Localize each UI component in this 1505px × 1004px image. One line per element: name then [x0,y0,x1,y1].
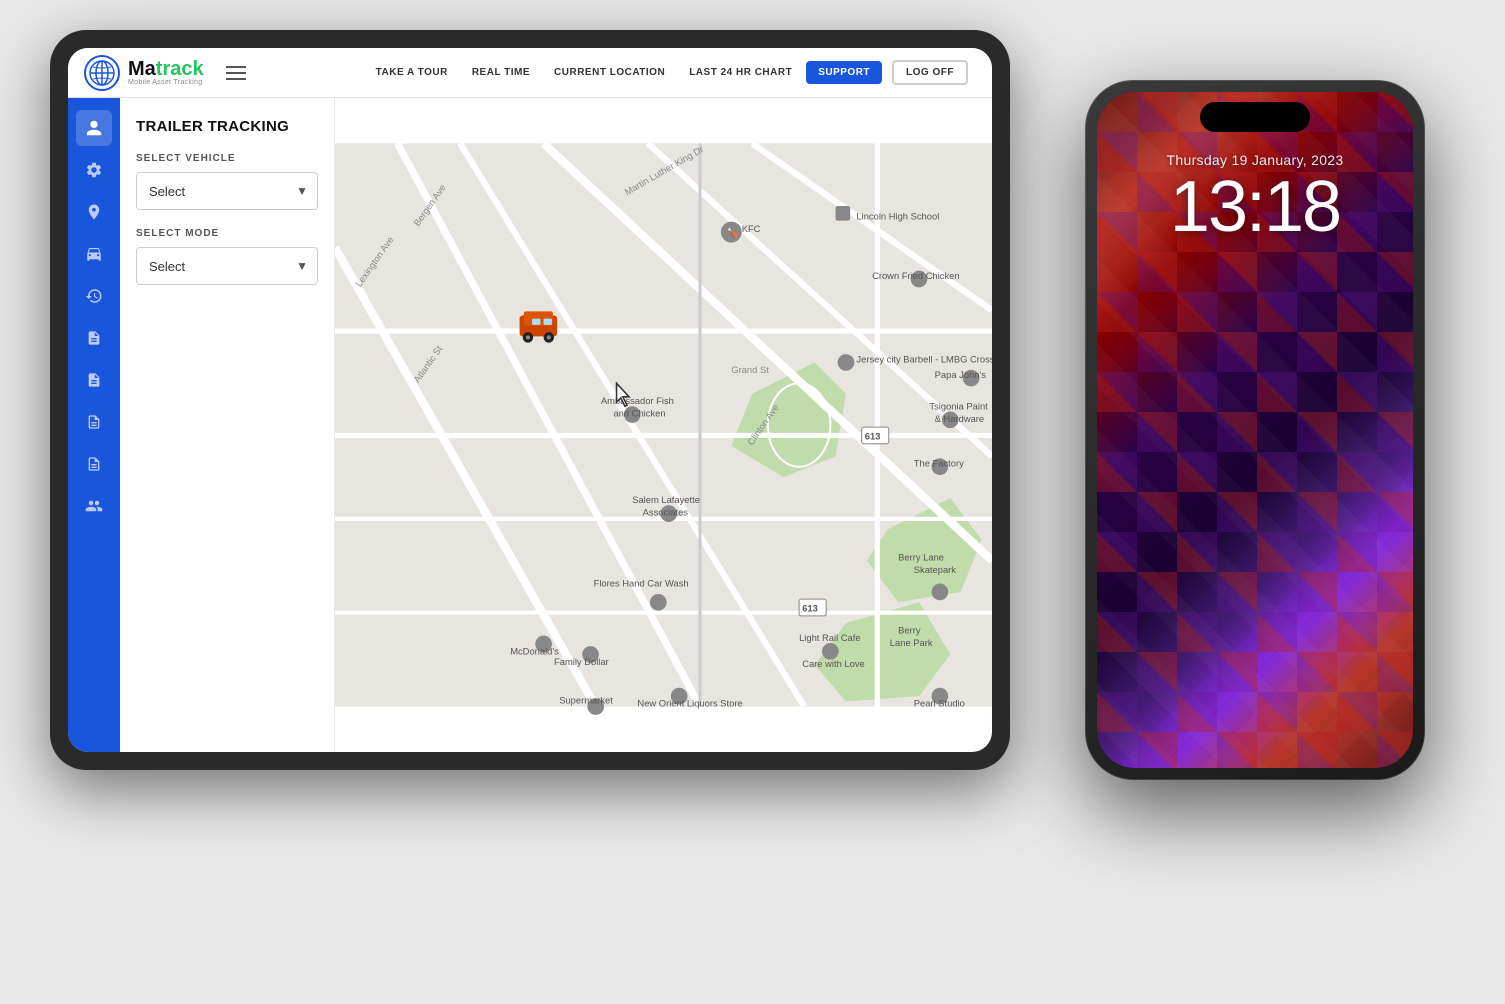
svg-text:Papa John's: Papa John's [935,370,987,380]
vehicle-label: SELECT VEHICLE [136,153,318,164]
svg-text:Ambassador Fish: Ambassador Fish [601,396,674,406]
logo-globe-icon [88,59,116,87]
logo-circle [84,55,120,91]
svg-text:Care with Love: Care with Love [802,659,865,669]
vehicle-select[interactable]: Select [136,172,318,210]
phone-screen: Thursday 19 January, 2023 13:18 [1097,92,1413,768]
mode-select-wrapper: Select ▼ [136,247,318,285]
phone-device: Thursday 19 January, 2023 13:18 [1085,80,1425,780]
svg-text:Flores Hand Car Wash: Flores Hand Car Wash [594,579,689,589]
svg-text:KFC: KFC [742,224,761,234]
vehicle-select-wrapper: Select ▼ [136,172,318,210]
sidebar-user-icon[interactable] [76,110,112,146]
map-svg: Lexington Ave Bergen Ave Martin Luther K… [335,98,992,752]
hamburger-menu[interactable] [222,62,250,84]
svg-text:& Hardware: & Hardware [935,414,985,424]
svg-text:Tsigonia Paint: Tsigonia Paint [929,401,988,411]
sidebar-report3-icon[interactable] [76,404,112,440]
svg-text:613: 613 [802,604,818,614]
svg-text:Jersey city Barbell - LMBG Cro: Jersey city Barbell - LMBG CrossFit [856,354,992,364]
phone-time: 13:18 [1097,168,1413,247]
svg-text:Lane Park: Lane Park [890,638,933,648]
logo-area: Matrack Mobile Asset Tracking [84,55,284,91]
svg-text:🍗: 🍗 [727,227,739,239]
svg-text:Crown Fried Chicken: Crown Fried Chicken [872,271,960,281]
mode-select[interactable]: Select [136,247,318,285]
sidebar [68,98,120,752]
svg-text:Pearl Studio: Pearl Studio [914,699,965,709]
support-button[interactable]: SUPPORT [806,61,882,84]
sidebar-report2-icon[interactable] [76,362,112,398]
sidebar-report4-icon[interactable] [76,446,112,482]
panel-title: TRAILER TRACKING [136,118,318,135]
tablet-screen: Matrack Mobile Asset Tracking TAKE A TOU… [68,48,992,752]
svg-text:Berry Lane: Berry Lane [898,553,944,563]
logoff-button[interactable]: LOG OFF [892,60,968,85]
phone-time-area: Thursday 19 January, 2023 13:18 [1097,152,1413,247]
tablet-device: Matrack Mobile Asset Tracking TAKE A TOU… [50,30,1010,770]
logo-subtitle: Mobile Asset Tracking [128,79,204,86]
map-area: Lexington Ave Bergen Ave Martin Luther K… [335,98,992,752]
svg-text:613: 613 [865,432,881,442]
sidebar-report1-icon[interactable] [76,320,112,356]
sidebar-location-icon[interactable] [76,194,112,230]
svg-text:Lincoln High School: Lincoln High School [856,212,939,222]
svg-text:Grand St: Grand St [731,365,769,375]
nav-real-time[interactable]: REAL TIME [462,61,540,84]
svg-text:New Orient Liquors Store: New Orient Liquors Store [637,699,742,709]
mode-label: SELECT MODE [136,228,318,239]
sidebar-tracking-icon[interactable] [76,236,112,272]
sidebar-users-icon[interactable] [76,488,112,524]
phone-notch [1200,102,1310,132]
svg-text:Associates: Associates [643,508,689,518]
sidebar-settings-icon[interactable] [76,152,112,188]
logo-ma: Ma [128,58,156,80]
top-nav: Matrack Mobile Asset Tracking TAKE A TOU… [68,48,992,98]
left-panel: TRAILER TRACKING SELECT VEHICLE Select ▼… [120,98,335,752]
svg-text:Family Dollar: Family Dollar [554,657,609,667]
svg-text:Salem Lafayette: Salem Lafayette [632,495,700,505]
nav-current-location[interactable]: CURRENT LOCATION [544,61,675,84]
nav-last-24hr[interactable]: LAST 24 HR CHART [679,61,802,84]
svg-text:Supermarket: Supermarket [559,695,613,705]
logo-text-group: Matrack Mobile Asset Tracking [128,59,204,86]
nav-links: TAKE A TOUR REAL TIME CURRENT LOCATION L… [366,60,968,85]
phone-date: Thursday 19 January, 2023 [1097,152,1413,168]
main-content: TRAILER TRACKING SELECT VEHICLE Select ▼… [68,98,992,752]
svg-text:Skatepark: Skatepark [914,565,957,575]
svg-text:McDonald's: McDonald's [510,646,559,656]
svg-text:The Factory: The Factory [914,459,964,469]
svg-text:Berry: Berry [898,626,921,636]
nav-take-a-tour[interactable]: TAKE A TOUR [366,61,458,84]
svg-text:Light Rail Cafe: Light Rail Cafe [799,633,861,643]
svg-text:and Chicken: and Chicken [613,409,665,419]
sidebar-history-icon[interactable] [76,278,112,314]
logo-track: track [156,58,204,80]
